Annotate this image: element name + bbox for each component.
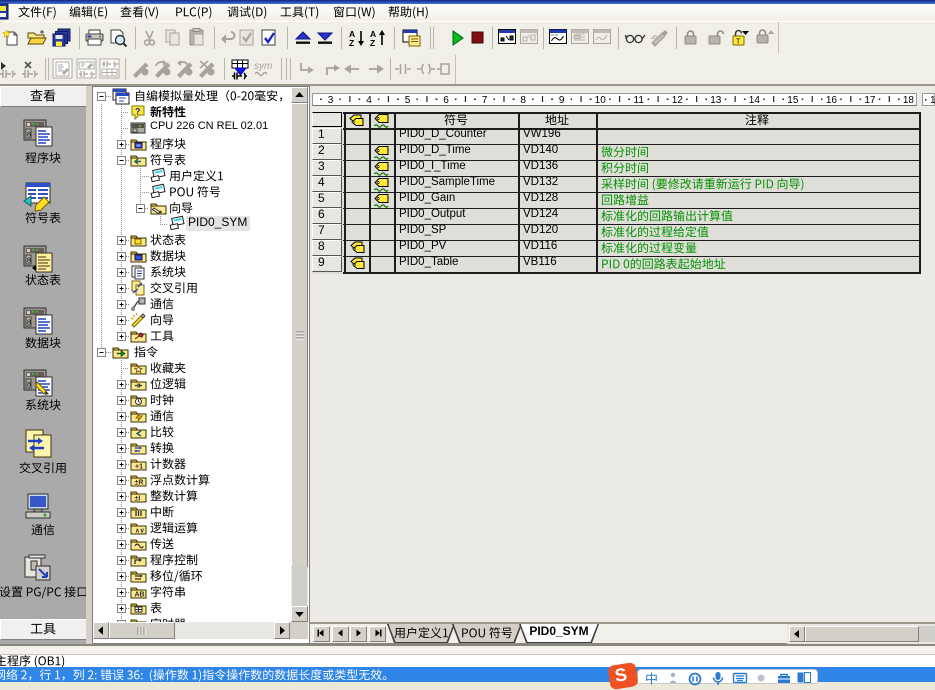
svg-text:∧∨: ∧∨ [135,528,145,535]
svg-text:13: 13 [710,95,722,106]
svg-text:8: 8 [27,132,31,139]
svg-text:15: 15 [787,95,799,106]
svg-text:1: 1 [930,95,935,106]
svg-text:?: ? [135,107,141,117]
svg-text:T: T [736,39,741,46]
svg-text:18: 18 [903,95,915,106]
svg-text:sym: sym [254,61,272,72]
svg-text:8: 8 [27,320,31,327]
svg-text:+1: +1 [135,464,143,471]
svg-text:11: 11 [634,95,645,106]
svg-text:12: 12 [672,95,684,106]
svg-text:7: 7 [482,95,488,106]
svg-text:5: 5 [405,95,411,106]
svg-text:Z: Z [370,38,375,48]
svg-text:8: 8 [520,95,526,106]
svg-text:±I: ±I [135,496,141,503]
svg-text:6: 6 [443,95,449,106]
svg-text:14: 14 [749,95,761,106]
svg-text:9: 9 [559,95,565,106]
svg-text:Z: Z [349,38,354,48]
svg-text:±R: ±R [135,480,144,487]
svg-text:8: 8 [27,382,31,389]
svg-text:8: 8 [27,258,31,265]
svg-text:17: 17 [864,95,876,106]
svg-text:10: 10 [595,95,607,106]
svg-text:3: 3 [328,95,334,106]
svg-text:4: 4 [366,95,372,106]
svg-text:AB: AB [135,592,145,599]
svg-text:16: 16 [826,95,838,106]
